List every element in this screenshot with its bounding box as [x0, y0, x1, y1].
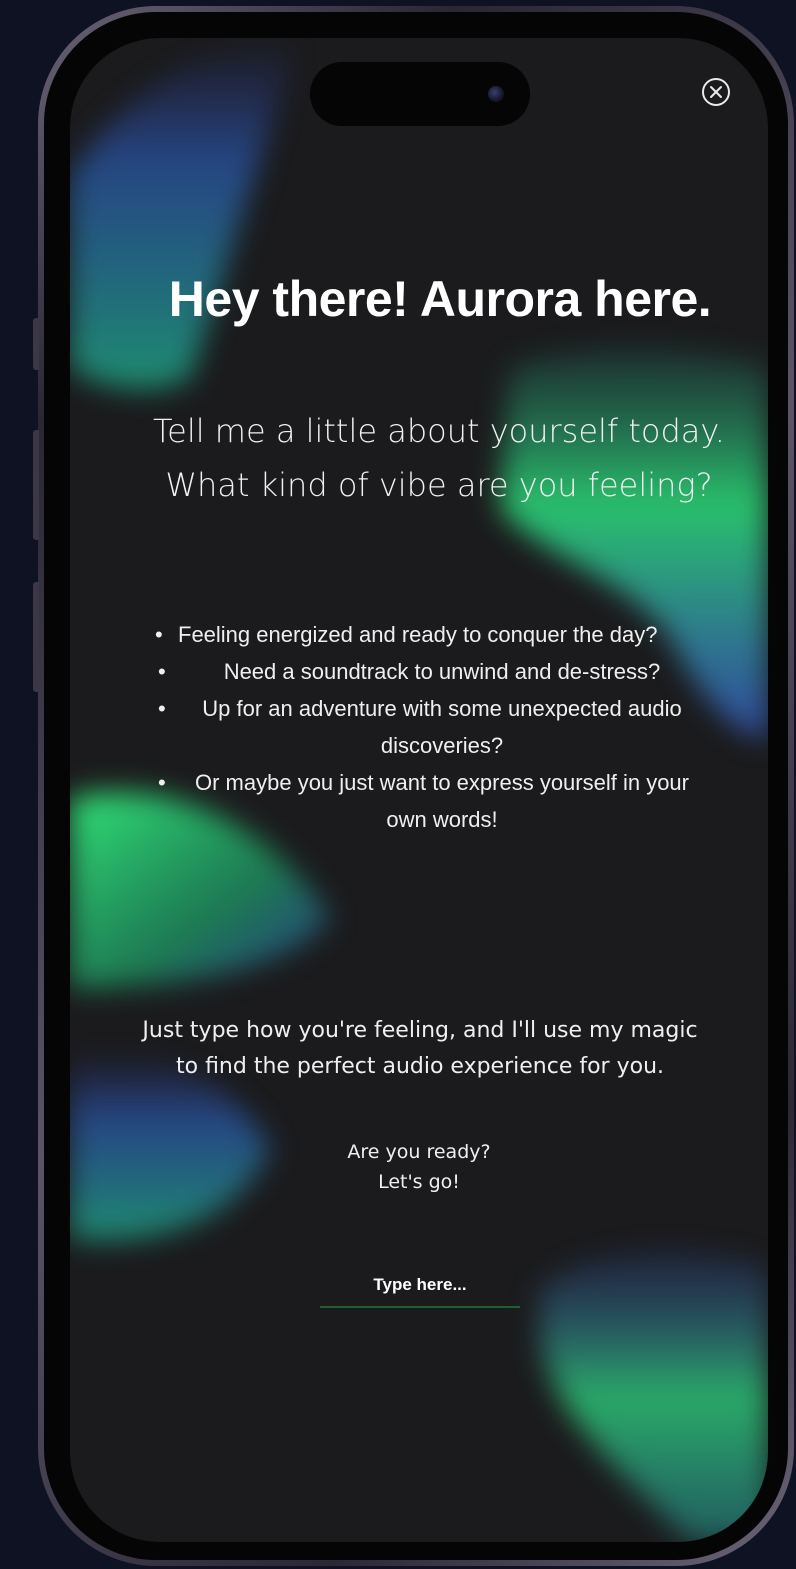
bullet-icon: • [155, 622, 163, 647]
list-item: • Or maybe you just want to express your… [150, 764, 710, 838]
volume-up-button [33, 430, 39, 540]
list-item: • Feeling energized and ready to conquer… [150, 616, 710, 653]
welcome-content: Hey there! Aurora here. Tell me a little… [70, 38, 768, 1542]
subtitle-line-2: What kind of vibe are you feeling? [165, 466, 713, 504]
mood-input[interactable] [320, 1268, 520, 1302]
list-item-label: Or maybe you just want to express yourse… [195, 770, 689, 832]
volume-down-button [33, 582, 39, 692]
ready-text: Are you ready? Let's go! [269, 1137, 569, 1197]
bullet-icon: • [158, 770, 166, 795]
list-item-label: Up for an adventure with some unexpected… [202, 696, 682, 758]
page: Hey there! Aurora here. Tell me a little… [0, 0, 796, 1569]
bullet-icon: • [158, 696, 166, 721]
mood-input-container [320, 1268, 520, 1308]
list-item-label: Feeling energized and ready to conquer t… [178, 622, 658, 647]
list-item: • Need a soundtrack to unwind and de-str… [150, 653, 710, 690]
ready-line-1: Are you ready? [347, 1141, 491, 1163]
screen: Hey there! Aurora here. Tell me a little… [70, 38, 768, 1542]
instruction-text: Just type how you're feeling, and I'll u… [142, 1018, 698, 1079]
subtitle-line-1: Tell me a little about yourself today. [153, 412, 725, 450]
page-title: Hey there! Aurora here. [168, 271, 712, 327]
bullet-icon: • [158, 659, 166, 684]
action-button [33, 318, 39, 370]
vibe-options-list: • Feeling energized and ready to conquer… [150, 616, 710, 838]
list-item: • Up for an adventure with some unexpect… [150, 690, 710, 764]
subtitle: Tell me a little about yourself today. W… [90, 404, 768, 512]
ready-line-2: Let's go! [378, 1171, 460, 1193]
list-item-label: Need a soundtrack to unwind and de-stres… [223, 659, 661, 684]
